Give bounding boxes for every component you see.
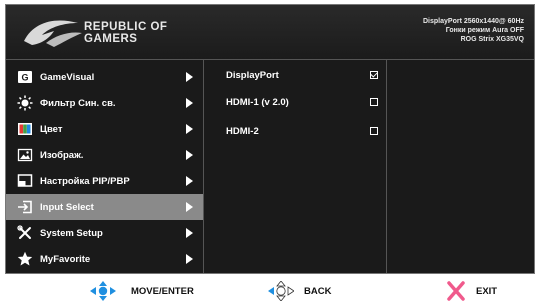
brand-line-2: GAMERS <box>84 33 138 45</box>
checkbox-checked[interactable] <box>370 71 378 79</box>
menu-item-input-select[interactable]: Input Select <box>6 194 203 220</box>
menu-label-input-select: Input Select <box>40 202 94 213</box>
detail-panel-empty <box>387 60 534 273</box>
menu-columns: G GameVisual Фильтр Син. св. Цвет Изобра… <box>6 60 534 273</box>
main-menu: G GameVisual Фильтр Син. св. Цвет Изобра… <box>6 60 204 273</box>
color-icon <box>18 123 32 135</box>
chevron-right-icon <box>186 150 193 160</box>
menu-item-image[interactable]: Изображ. <box>6 142 203 168</box>
status-info: DisplayPort 2560x1440@ 60Hz Гонки режим … <box>423 17 524 44</box>
back-label: BACK <box>304 286 332 297</box>
chevron-right-icon <box>186 202 193 212</box>
brand-text: REPUBLIC OF GAMERS <box>84 21 167 45</box>
osd-footer: MOVE/ENTER BACK EXIT <box>0 276 540 304</box>
menu-label-system-setup: System Setup <box>40 228 103 239</box>
menu-label-color: Цвет <box>40 124 63 135</box>
chevron-right-icon <box>186 254 193 264</box>
input-option-hdmi-2[interactable]: HDMI-2 <box>204 118 386 144</box>
back-button[interactable]: BACK <box>268 280 348 302</box>
chevron-right-icon <box>186 124 193 134</box>
move-enter-label: MOVE/ENTER <box>131 286 194 297</box>
menu-label-blue-light-filter: Фильтр Син. св. <box>40 98 116 109</box>
menu-item-blue-light-filter[interactable]: Фильтр Син. св. <box>6 90 203 116</box>
input-resolution-text: DisplayPort 2560x1440@ 60Hz <box>423 18 524 25</box>
model-name-text: ROG Strix XG35VQ <box>460 36 524 43</box>
exit-button[interactable]: EXIT <box>446 280 516 302</box>
menu-label-pip-pbp: Настройка PIP/PBP <box>40 176 130 187</box>
input-option-label: HDMI-1 (v 2.0) <box>226 97 289 108</box>
menu-label-gamevisual: GameVisual <box>40 72 95 83</box>
input-select-icon <box>18 200 32 214</box>
checkbox-unchecked[interactable] <box>370 98 378 106</box>
submenu-input-select: DisplayPort HDMI-1 (v 2.0) HDMI-2 <box>204 60 387 273</box>
blue-light-filter-icon <box>17 95 33 111</box>
menu-item-gamevisual[interactable]: G GameVisual <box>6 64 203 90</box>
osd-panel: REPUBLIC OF GAMERS DisplayPort 2560x1440… <box>5 4 535 274</box>
input-option-hdmi-1[interactable]: HDMI-1 (v 2.0) <box>204 89 386 115</box>
chevron-right-icon <box>186 72 193 82</box>
exit-label: EXIT <box>476 286 498 297</box>
pip-pbp-icon <box>17 174 33 187</box>
menu-item-pip-pbp[interactable]: Настройка PIP/PBP <box>6 168 203 194</box>
close-x-icon <box>447 281 465 301</box>
system-setup-icon <box>17 225 31 239</box>
move-enter-button[interactable]: MOVE/ENTER <box>90 280 220 302</box>
favorite-star-icon <box>17 251 33 266</box>
chevron-right-icon <box>186 98 193 108</box>
dpad-back-icon <box>268 281 294 301</box>
mode-aura-text: Гонки режим Aura OFF <box>445 27 524 34</box>
dpad-move-icon <box>90 281 116 301</box>
menu-item-system-setup[interactable]: System Setup <box>6 220 203 246</box>
menu-item-color[interactable]: Цвет <box>6 116 203 142</box>
menu-item-my-favorite[interactable]: MyFavorite <box>6 246 203 272</box>
osd-header: REPUBLIC OF GAMERS DisplayPort 2560x1440… <box>6 5 534 60</box>
checkbox-unchecked[interactable] <box>370 127 378 135</box>
gamevisual-icon: G <box>18 71 32 83</box>
image-icon <box>17 148 33 162</box>
chevron-right-icon <box>186 228 193 238</box>
brand-line-1: REPUBLIC OF <box>84 21 168 33</box>
svg-text:G: G <box>21 73 28 83</box>
input-option-label: DisplayPort <box>226 70 279 81</box>
input-option-label: HDMI-2 <box>226 126 259 137</box>
menu-label-my-favorite: MyFavorite <box>40 254 91 265</box>
input-option-displayport[interactable]: DisplayPort <box>204 62 386 88</box>
chevron-right-icon <box>186 176 193 186</box>
menu-label-image: Изображ. <box>40 150 84 161</box>
